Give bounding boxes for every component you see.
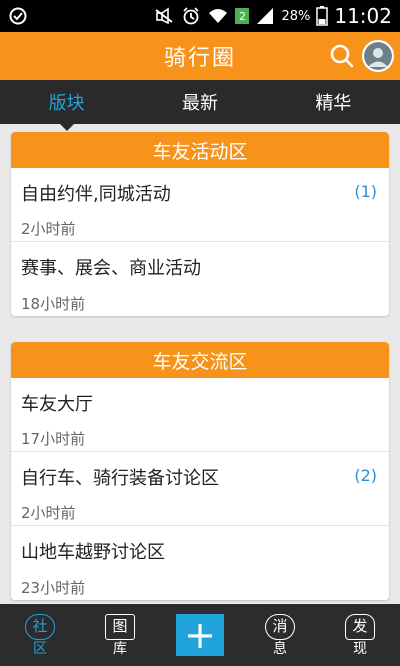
- unread-count: (2): [354, 466, 377, 485]
- list-item[interactable]: 车友大厅 17小时前: [11, 378, 389, 452]
- list-item[interactable]: 赛事、展会、商业活动 18小时前: [11, 242, 389, 316]
- list-item[interactable]: 山地车越野讨论区 23小时前: [11, 526, 389, 600]
- nav-label: 现: [353, 640, 367, 657]
- forum-time: 2小时前: [21, 220, 76, 238]
- tab-sections[interactable]: 版块: [0, 80, 133, 131]
- section-activities: 车友活动区 自由约伴,同城活动 (1) 2小时前 赛事、展会、商业活动 18小时…: [11, 132, 389, 316]
- nav-gallery[interactable]: 图 库: [80, 604, 160, 666]
- gallery-icon: 图: [105, 613, 135, 640]
- nav-messages[interactable]: 消 息: [240, 604, 320, 666]
- app-notification-icon: [8, 6, 28, 26]
- status-time: 11:02: [334, 4, 392, 28]
- forum-name: 山地车越野讨论区: [21, 542, 165, 563]
- discover-icon: 发: [345, 613, 375, 640]
- forum-name: 自由约伴,同城活动: [21, 184, 171, 205]
- app-header: 骑行圈: [0, 32, 400, 80]
- section-title: 车友交流区: [11, 342, 389, 378]
- forum-time: 18小时前: [21, 295, 86, 313]
- nav-community[interactable]: 社 区: [0, 604, 80, 666]
- wifi-icon: [207, 7, 229, 25]
- nav-label: 息: [273, 640, 287, 657]
- list-item[interactable]: 自由约伴,同城活动 (1) 2小时前: [11, 168, 389, 242]
- tab-latest[interactable]: 最新: [133, 80, 266, 124]
- status-bar: 2 28% 11:02: [0, 0, 400, 32]
- community-icon: 社: [25, 613, 55, 640]
- add-post-button[interactable]: +: [176, 614, 224, 656]
- tab-featured[interactable]: 精华: [267, 80, 400, 124]
- mute-icon: [153, 7, 175, 25]
- list-item[interactable]: 自行车、骑行装备讨论区 (2) 2小时前: [11, 452, 389, 526]
- forum-name: 车友大厅: [21, 394, 93, 415]
- nav-label: 区: [33, 640, 47, 657]
- status-left: [8, 6, 28, 26]
- forum-time: 17小时前: [21, 430, 86, 448]
- nav-discover[interactable]: 发 现: [320, 604, 400, 666]
- page-title: 骑行圈: [163, 46, 236, 71]
- plus-icon: +: [184, 613, 216, 657]
- tab-bar: 版块 最新 精华: [0, 80, 400, 131]
- signal-icon: [255, 7, 275, 25]
- section-exchange: 车友交流区 车友大厅 17小时前 自行车、骑行装备讨论区 (2) 2小时前 山地…: [11, 342, 389, 600]
- forum-list: 车友活动区 自由约伴,同城活动 (1) 2小时前 赛事、展会、商业活动 18小时…: [0, 124, 400, 604]
- battery-icon: [316, 6, 329, 26]
- forum-time: 23小时前: [21, 579, 86, 597]
- nav-add-wrap: +: [160, 604, 240, 666]
- forum-name: 赛事、展会、商业活动: [21, 258, 201, 279]
- sim-badge: 2: [235, 8, 250, 24]
- bottom-nav: 社 区 图 库 + 消 息 发 现: [0, 604, 400, 666]
- forum-name: 自行车、骑行装备讨论区: [21, 468, 219, 489]
- battery-percent: 28%: [281, 8, 311, 24]
- search-button[interactable]: [328, 42, 356, 70]
- alarm-icon: [181, 6, 201, 26]
- unread-count: (1): [354, 182, 377, 201]
- avatar[interactable]: [362, 40, 394, 72]
- section-title: 车友活动区: [11, 132, 389, 168]
- search-icon: [330, 44, 354, 68]
- user-avatar-icon: [364, 42, 392, 70]
- forum-time: 2小时前: [21, 504, 76, 522]
- nav-label: 库: [113, 640, 127, 657]
- message-icon: 消: [265, 613, 295, 640]
- status-right: 2 28% 11:02: [153, 4, 392, 28]
